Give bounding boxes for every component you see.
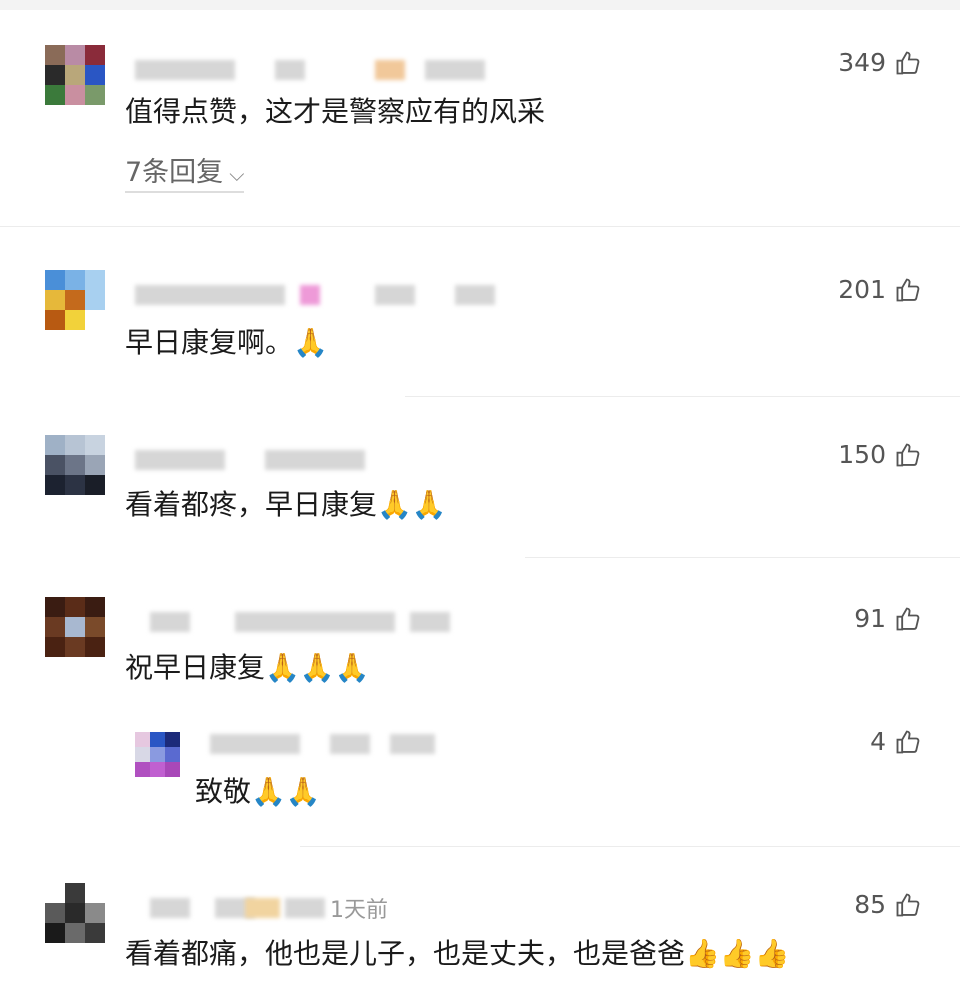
avatar[interactable] — [45, 435, 105, 495]
thumbs-up-icon — [896, 893, 920, 916]
comment-text: 看着都疼，早日康复🙏🙏 — [125, 488, 447, 521]
reply-text: 致敬🙏🙏 — [195, 775, 321, 808]
username-blurred[interactable] — [135, 60, 535, 80]
username-blurred[interactable] — [135, 450, 375, 470]
username-blurred[interactable] — [135, 898, 325, 918]
avatar[interactable] — [45, 883, 105, 943]
thumbs-up-icon — [896, 443, 920, 466]
timestamp: 1天前 — [330, 898, 388, 923]
avatar[interactable] — [45, 597, 105, 657]
username-blurred[interactable] — [135, 285, 515, 305]
like-count: 201 — [838, 275, 886, 304]
view-replies-link[interactable]: 7条回复 ⌵ — [125, 150, 245, 193]
thumbs-up-icon — [896, 278, 920, 301]
divider — [405, 396, 960, 397]
replies-count: 7条回复 — [125, 157, 224, 188]
comment-text: 祝早日康复🙏🙏🙏 — [125, 651, 370, 684]
like-button[interactable]: 85 — [854, 890, 922, 919]
like-button[interactable]: 150 — [838, 440, 922, 469]
avatar[interactable] — [45, 45, 105, 105]
like-button[interactable]: 201 — [838, 275, 922, 304]
comment-text: 看着都痛，他也是儿子，也是丈夫，也是爸爸👍👍👍 — [125, 937, 790, 970]
chevron-down-icon: ⌵ — [229, 162, 245, 186]
top-band — [0, 0, 960, 10]
divider — [300, 846, 960, 847]
username-blurred[interactable] — [210, 734, 440, 754]
comment-text: 早日康复啊。🙏 — [125, 326, 328, 359]
thumbs-up-icon — [896, 607, 920, 630]
thumbs-up-icon — [896, 51, 920, 74]
username-blurred[interactable] — [135, 612, 450, 632]
divider — [0, 226, 960, 227]
like-count: 150 — [838, 440, 886, 469]
like-count: 349 — [838, 48, 886, 77]
thumbs-up-icon — [896, 730, 920, 753]
avatar[interactable] — [45, 270, 105, 330]
like-button[interactable]: 349 — [838, 48, 922, 77]
like-count: 85 — [854, 890, 886, 919]
like-button[interactable]: 91 — [854, 604, 922, 633]
avatar[interactable] — [135, 732, 180, 777]
divider — [525, 557, 960, 558]
like-button[interactable]: 4 — [870, 727, 922, 756]
comment-text: 值得点赞，这才是警察应有的风采 — [125, 95, 546, 128]
like-count: 91 — [854, 604, 886, 633]
like-count: 4 — [870, 727, 886, 756]
